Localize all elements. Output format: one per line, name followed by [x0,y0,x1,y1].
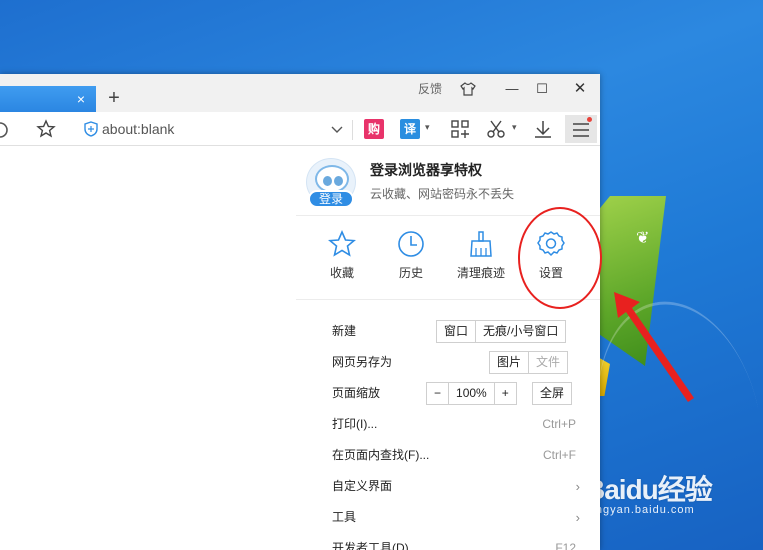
watermark-url: jingyan.baidu.com [589,504,695,516]
clear-traces-label: 清理痕迹 [456,266,505,280]
customize-label[interactable]: 自定义界面 [332,471,392,502]
zoom-in-button[interactable]: + [493,383,516,404]
login-button[interactable]: 登录 [308,190,354,208]
favorites-button[interactable]: 收藏 [310,230,374,281]
hamburger-icon [573,123,589,137]
shirt-icon [460,82,476,96]
devtools-label[interactable]: 开发者工具(D) [332,533,409,550]
favorite-star-icon[interactable] [36,119,56,139]
profile-subtitle: 云收藏、网站密码永不丢失 [370,187,515,201]
history-label: 历史 [398,266,423,280]
scissors-icon[interactable] [486,119,506,139]
toolbar: about:blank 购 译 ▾ ▾ [0,112,600,146]
address-bar[interactable]: about:blank [82,118,352,140]
menu-row-save-as: 网页另存为 图片 文件 [296,347,600,378]
zoom-control: − 100% + [426,382,517,405]
chevron-right-icon: › [575,510,580,525]
skin-button[interactable] [456,78,480,100]
scissors-caret-icon[interactable]: ▾ [512,122,517,133]
menu-row-new: 新建 窗口 无痕/小号窗口 [296,316,600,347]
clear-traces-button[interactable]: 清理痕迹 [449,230,513,281]
avatar-eye-left [323,176,332,186]
close-window-button[interactable]: ✕ [566,78,594,100]
shield-icon [84,121,98,137]
refresh-icon[interactable] [0,120,10,140]
url-text[interactable]: about:blank [102,118,174,140]
new-label: 新建 [332,324,357,338]
print-shortcut: Ctrl+P [542,417,576,431]
broom-icon [470,231,492,257]
save-file-button[interactable]: 文件 [528,352,567,373]
tab-close-button[interactable]: × [72,88,90,110]
annotation-arrow [614,292,694,402]
zoom-label: 页面缩放 [332,386,381,400]
new-tab-button[interactable]: + [104,86,124,110]
chevron-down-icon[interactable] [328,120,346,138]
shopping-extension-button[interactable]: 购 [364,119,384,139]
menu-row-tools[interactable]: 工具 › [296,502,600,533]
save-image-button[interactable]: 图片 [490,352,528,373]
annotation-circle [518,207,602,309]
avatar-eye-right [334,176,343,186]
menu-row-devtools[interactable]: 开发者工具(D) F12 [296,533,600,550]
notification-dot [587,117,592,122]
clock-icon [398,231,424,257]
toolbar-divider [352,120,353,140]
download-icon[interactable] [533,119,553,139]
menu-row-find[interactable]: 在页面内查找(F)... Ctrl+F [296,440,600,471]
avatar-face [315,165,349,193]
new-window-button[interactable]: 窗口 [437,321,475,342]
find-shortcut: Ctrl+F [543,448,576,462]
zoom-out-button[interactable]: − [427,383,448,404]
browser-window: × + 反馈 — ☐ ✕ about:blank 购 译 ▾ ▾ 登录 登录浏览… [0,74,600,550]
baidu-jingyan-watermark: Baidu经验 jingyan.baidu.com [585,468,713,516]
main-menu-button[interactable] [565,115,597,143]
history-button[interactable]: 历史 [379,230,443,281]
menu-row-customize[interactable]: 自定义界面 › [296,471,600,502]
maximize-button[interactable]: ☐ [530,78,554,100]
active-tab[interactable]: × [0,86,96,112]
star-icon [328,230,356,257]
feedback-button[interactable]: 反馈 [410,78,450,100]
save-as-button-group: 图片 文件 [489,351,569,374]
fullscreen-group: 全屏 [532,382,573,405]
translate-extension-button[interactable]: 译 [400,119,420,139]
save-as-label: 网页另存为 [332,355,393,369]
favorites-label: 收藏 [329,266,354,280]
profile-title[interactable]: 登录浏览器享特权 [370,160,482,180]
fullscreen-button[interactable]: 全屏 [533,383,571,404]
print-label[interactable]: 打印(I)... [332,409,377,440]
title-bar: × + 反馈 — ☐ ✕ [0,74,600,112]
menu-row-zoom: 页面缩放 − 100% + 全屏 [296,378,600,409]
devtools-shortcut: F12 [555,541,576,550]
watermark-logo: Baidu经验 [585,474,713,505]
chevron-right-icon: › [575,479,580,494]
butterfly-icon: ❦ [636,230,650,247]
translate-caret-icon[interactable]: ▾ [425,122,430,133]
apps-icon[interactable] [450,119,470,139]
menu-row-print[interactable]: 打印(I)... Ctrl+P [296,409,600,440]
find-label[interactable]: 在页面内查找(F)... [332,440,429,471]
new-incognito-button[interactable]: 无痕/小号窗口 [475,321,565,342]
new-button-group: 窗口 无痕/小号窗口 [436,320,567,343]
zoom-value: 100% [448,383,494,404]
minimize-button[interactable]: — [500,78,524,100]
tools-label[interactable]: 工具 [332,502,356,533]
